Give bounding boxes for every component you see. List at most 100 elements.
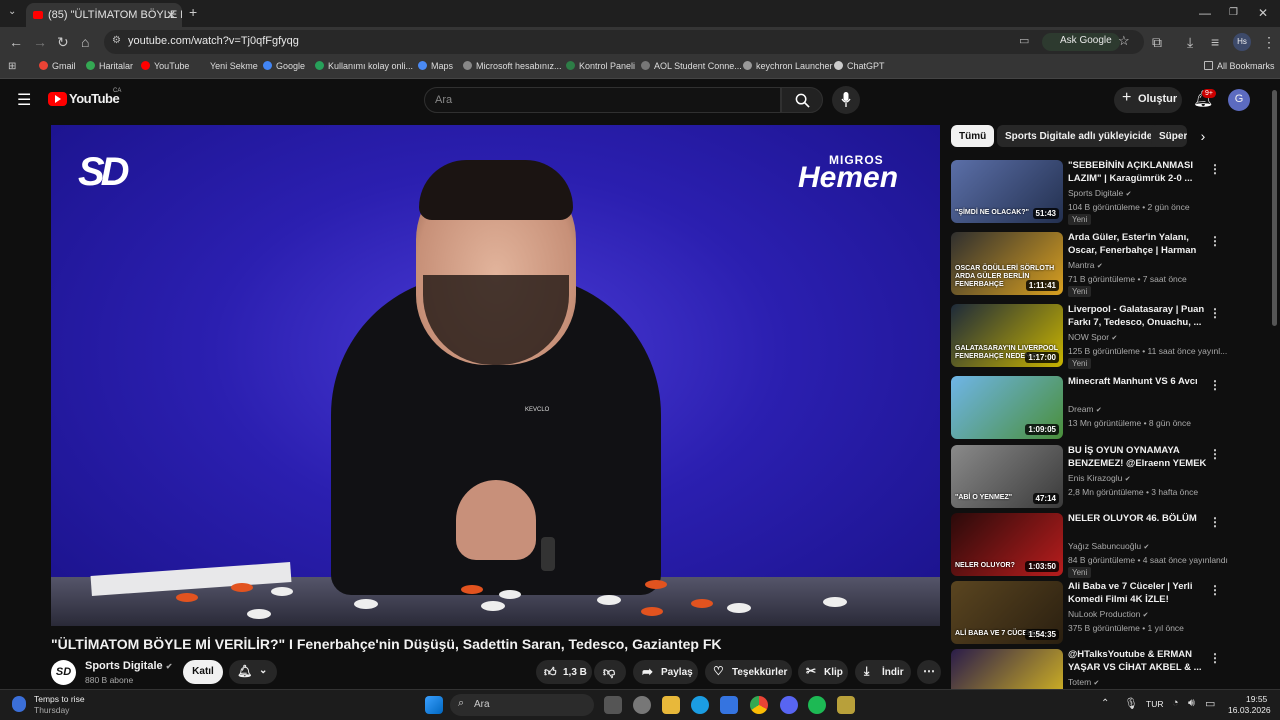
search-input[interactable]: Ara [424, 87, 781, 113]
reading-list-icon[interactable]: ≡ [1211, 34, 1219, 50]
recommendation-card[interactable]: "ŞİMDİ NE OLACAK?" 51:43 "SEBEBİNİN AÇIKLA… [951, 160, 1231, 226]
recommendation-card[interactable]: ALİ BABA VE 7 CÜCELER 1:54:35 Ali Baba ve … [951, 581, 1231, 647]
bookmark-item[interactable]: Maps [418, 61, 453, 71]
ask-google-button[interactable]: Ask Google [1042, 33, 1120, 51]
cast-icon[interactable]: ▭ [1019, 34, 1029, 47]
clock-time[interactable]: 19:55 [1246, 694, 1267, 704]
more-actions-button[interactable]: ⋯ [917, 660, 941, 684]
discord-icon[interactable] [780, 696, 798, 714]
tab-search-icon[interactable]: ⌄ [8, 6, 16, 17]
file-explorer-icon[interactable] [662, 696, 680, 714]
battery-icon[interactable]: ▭ [1205, 697, 1215, 710]
site-info-icon[interactable]: ⚙ [112, 35, 121, 46]
more-vertical-icon[interactable]: ⋮ [1209, 306, 1221, 320]
video-thumbnail[interactable]: ALİ BABA VE 7 CÜCELER 1:54:35 [951, 581, 1063, 644]
thanks-button[interactable]: ♡ Teşekkürler [705, 660, 792, 684]
app-icon[interactable] [837, 696, 855, 714]
bookmark-item[interactable]: Kullanımı kolay onli... [315, 61, 413, 71]
address-bar[interactable]: ⚙ youtube.com/watch?v=Tj0qfFgfyqg ▭ Ask … [104, 30, 1144, 54]
forward-icon[interactable]: → [33, 34, 47, 50]
new-tab-icon[interactable]: + [189, 4, 197, 20]
taskbar-search[interactable]: ⌕ Ara [450, 694, 594, 716]
bookmark-item[interactable]: Google [263, 61, 305, 71]
search-button[interactable] [781, 87, 823, 113]
task-view-icon[interactable] [604, 696, 622, 714]
voice-search-button[interactable] [832, 86, 860, 114]
tray-overflow-icon[interactable]: ⌃ [1101, 698, 1109, 709]
spotify-icon[interactable] [808, 696, 826, 714]
channel-avatar[interactable]: SD [51, 660, 76, 685]
recommendation-title[interactable]: "SEBEBİNİN AÇIKLANMASI LAZIM" | Karagümr… [1068, 160, 1208, 185]
input-language[interactable]: TUR [1146, 699, 1163, 709]
recommendation-channel[interactable]: Dream ✔ [1068, 404, 1102, 414]
dislike-button[interactable]: 👎︎ [594, 660, 626, 684]
weather-icon[interactable] [12, 696, 26, 712]
more-vertical-icon[interactable]: ⋮ [1209, 651, 1221, 665]
copilot-icon[interactable] [633, 696, 651, 714]
video-thumbnail[interactable]: "ŞİMDİ NE OLACAK?" 51:43 [951, 160, 1063, 223]
video-thumbnail[interactable]: GALATASARAY'IN LIVERPOOL FENERBAHÇE NEDE… [951, 304, 1063, 367]
tray-mic-icon[interactable]: 🎙︎ [1124, 697, 1138, 710]
download-icon[interactable]: ⤓ [1187, 34, 1193, 51]
window-close-icon[interactable]: ✕ [1258, 6, 1268, 20]
download-button[interactable]: ⤓ İndir [855, 660, 911, 684]
chrome-icon[interactable] [750, 696, 768, 714]
recommendation-title[interactable]: NELER OLUYOR 46. BÖLÜM [1068, 513, 1208, 526]
recommendation-card[interactable]: "ABİ O YENMEZ" 47:14 BU İŞ OYUN OYNAMAYA B… [951, 445, 1231, 511]
bookmark-item[interactable]: YouTube [141, 61, 189, 71]
bookmark-item[interactable]: keychron Launcher [743, 61, 833, 71]
clip-button[interactable]: ✂ Klip [798, 660, 848, 684]
create-button[interactable]: + Oluştur [1114, 87, 1182, 113]
recommendation-channel[interactable]: Mantra ✔ [1068, 260, 1103, 270]
extensions-icon[interactable]: ⧉ [1152, 34, 1162, 51]
page-scrollbar[interactable] [1272, 90, 1277, 326]
clock-date[interactable]: 16.03.2026 [1228, 705, 1271, 715]
like-button[interactable]: 👍︎ 1,3 B [536, 660, 592, 684]
hamburger-menu-icon[interactable]: ☰ [17, 90, 31, 110]
recommendation-channel[interactable]: Yağız Sabuncuoğlu ✔ [1068, 541, 1149, 551]
join-button[interactable]: Katıl [183, 660, 223, 684]
recommendation-channel[interactable]: NOW Spor ✔ [1068, 332, 1117, 342]
chip-uploader[interactable]: Sports Digitale adlı yükleyiciden [997, 125, 1167, 147]
more-vertical-icon[interactable]: ⋮ [1209, 447, 1221, 461]
recommendation-channel[interactable]: NuLook Production ✔ [1068, 609, 1149, 619]
all-bookmarks[interactable]: All Bookmarks [1204, 61, 1275, 71]
bookmark-item[interactable]: Gmail [39, 61, 76, 71]
recommendation-channel[interactable]: Sports Digitale ✔ [1068, 188, 1132, 198]
recommendation-card[interactable]: NELER OLUYOR? 1:03:50 NELER OLUYOR 46. BÖL… [951, 513, 1231, 579]
bookmark-item[interactable]: Kontrol Paneli [566, 61, 635, 71]
account-avatar[interactable]: G [1228, 89, 1250, 111]
recommendation-title[interactable]: BU İŞ OYUN OYNAMAYA BENZEMEZ! @Elraenn Y… [1068, 445, 1208, 471]
profile-avatar[interactable]: Hs [1233, 33, 1251, 51]
chip-all[interactable]: Tümü [951, 125, 995, 147]
bookmark-item[interactable]: ChatGPT [834, 61, 885, 71]
video-thumbnail[interactable]: "ABİ O YENMEZ" 47:14 [951, 445, 1063, 508]
volume-icon[interactable]: 🔊︎ [1188, 697, 1195, 710]
share-button[interactable]: ➦ Paylaş [633, 660, 698, 684]
video-thumbnail[interactable]: OSCAR ÖDÜLLERİ SÖRLOTH ARDA GÜLER BERLİN… [951, 232, 1063, 295]
tab-close-icon[interactable]: ✕ [166, 8, 176, 22]
chip-super[interactable]: Süper [1151, 125, 1187, 147]
channel-name[interactable]: Sports Digitale ✔ [85, 660, 172, 672]
recommendation-title[interactable]: Minecraft Manhunt VS 6 Avcı [1068, 376, 1208, 389]
recommendation-channel[interactable]: Totem ✔ [1068, 677, 1099, 687]
home-icon[interactable]: ⌂ [81, 34, 89, 50]
windows-start-icon[interactable] [425, 696, 443, 714]
more-vertical-icon[interactable]: ⋮ [1209, 234, 1221, 248]
browser-tab[interactable]: (85) "ÜLTİMATOM BÖYLE M ✕ [26, 3, 182, 27]
recommendation-channel[interactable]: Enis Kirazoglu ✔ [1068, 473, 1131, 483]
bookmark-item[interactable]: AOL Student Conne... [641, 61, 742, 71]
video-thumbnail[interactable]: 1:09:05 [951, 376, 1063, 439]
recommendation-card[interactable]: OSCAR ÖDÜLLERİ SÖRLOTH ARDA GÜLER BERLİN… [951, 232, 1231, 298]
recommendation-card[interactable]: 1:09:05 Minecraft Manhunt VS 6 Avcı Dream … [951, 376, 1231, 442]
minimize-icon[interactable]: — [1199, 6, 1211, 20]
edge-browser-icon[interactable] [691, 696, 709, 714]
bookmark-item[interactable]: Microsoft hesabınız... [463, 61, 562, 71]
reload-icon[interactable]: ↻ [57, 34, 69, 51]
more-vertical-icon[interactable]: ⋮ [1209, 162, 1221, 176]
video-thumbnail[interactable]: NELER OLUYOR? 1:03:50 [951, 513, 1063, 576]
bookmark-item[interactable]: Haritalar [86, 61, 133, 71]
wifi-icon[interactable]: ◔ [1172, 697, 1179, 709]
restore-icon[interactable]: ❐ [1229, 7, 1238, 18]
back-icon[interactable]: ← [9, 34, 23, 50]
